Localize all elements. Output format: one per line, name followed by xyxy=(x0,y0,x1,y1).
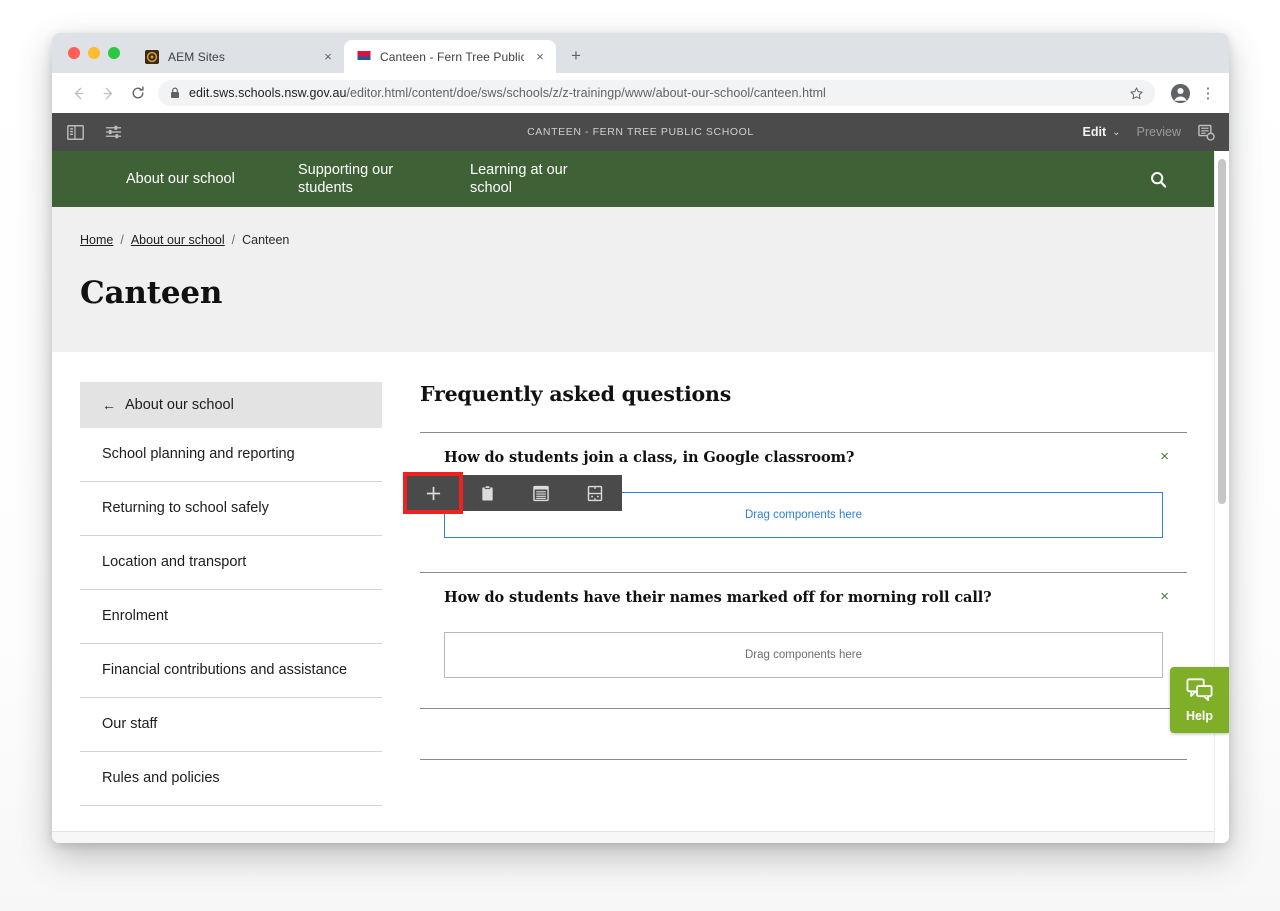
faq-collapse-icon[interactable]: × xyxy=(1160,449,1187,464)
faq-question-text: How do students join a class, in Google … xyxy=(444,449,855,466)
help-widget-label: Help xyxy=(1185,708,1214,723)
nav-item-label-line1: Learning at our xyxy=(470,162,568,178)
nav-item-about-our-school[interactable]: About our school xyxy=(126,170,298,188)
address-bar-url: edit.sws.schools.nsw.gov.au/editor.html/… xyxy=(189,86,1117,100)
browser-tab-title: Canteen - Fern Tree Public Sch xyxy=(380,49,524,64)
browser-viewport: CANTEEN - FERN TREE PUBLIC SCHOOL Edit ⌄… xyxy=(52,113,1229,843)
faq-item-2: How do students have their names marked … xyxy=(420,573,1187,678)
viewport-bottom-edge xyxy=(52,831,1229,843)
page-title: Canteen xyxy=(80,275,223,311)
section-sidebar-nav: ← About our school School planning and r… xyxy=(52,382,382,806)
bookmark-star-icon[interactable] xyxy=(1125,86,1147,101)
sidebar-item-about-our-school[interactable]: ← About our school xyxy=(80,382,382,428)
browser-toolbar: edit.sws.schools.nsw.gov.au/editor.html/… xyxy=(52,73,1229,113)
aem-page-title: CANTEEN - FERN TREE PUBLIC SCHOOL xyxy=(527,126,754,138)
reload-button[interactable] xyxy=(124,79,152,107)
aem-component-toolbar xyxy=(403,472,622,514)
sidebar-item-school-planning-and-reporting[interactable]: School planning and reporting xyxy=(80,428,382,482)
page-body: ← About our school School planning and r… xyxy=(52,352,1229,806)
url-domain: edit.sws.schools.nsw.gov.au xyxy=(189,86,347,100)
browser-tab-aem-sites[interactable]: AEM Sites × xyxy=(132,40,344,73)
page-header-band: Home / About our school / Canteen Cantee… xyxy=(52,207,1229,352)
side-panel-toggle-icon[interactable] xyxy=(66,123,84,141)
divider xyxy=(420,759,1187,760)
browser-window: AEM Sites × Canteen - Fern Tree Public S… xyxy=(52,33,1229,843)
layout-list-icon[interactable] xyxy=(514,475,568,511)
breadcrumb-separator: / xyxy=(231,233,236,247)
profile-avatar-icon[interactable] xyxy=(1167,80,1193,106)
search-icon[interactable] xyxy=(1147,168,1169,190)
breadcrumb-parent-link[interactable]: About our school xyxy=(131,233,225,247)
nav-item-learning-at-our-school[interactable]: Learning at our school xyxy=(470,161,642,197)
nav-item-label-line1: Supporting our xyxy=(298,162,394,178)
new-tab-button[interactable]: + xyxy=(562,42,590,70)
window-traffic-lights xyxy=(62,33,132,73)
arrow-left-icon: ← xyxy=(102,397,116,413)
sidebar-item-our-staff[interactable]: Our staff xyxy=(80,698,382,752)
sidebar-item-enrolment[interactable]: Enrolment xyxy=(80,590,382,644)
sidebar-item-rules-and-policies[interactable]: Rules and policies xyxy=(80,752,382,806)
sidebar-item-location-and-transport[interactable]: Location and transport xyxy=(80,536,382,590)
chat-bubbles-icon xyxy=(1186,677,1213,706)
page-information-icon[interactable] xyxy=(104,123,122,141)
paste-button[interactable] xyxy=(460,475,514,511)
nav-item-label-line2: school xyxy=(470,180,512,196)
forward-button[interactable] xyxy=(94,79,122,107)
browser-tab-title: AEM Sites xyxy=(168,49,225,64)
edited-page-frame: About our school Supporting our students… xyxy=(52,151,1229,843)
aem-dropzone[interactable]: Drag components here xyxy=(444,632,1163,678)
section-heading-faq: Frequently asked questions xyxy=(420,382,732,406)
breadcrumb-separator: / xyxy=(120,233,124,247)
close-tab-button[interactable]: × xyxy=(532,49,548,65)
faq-question-row[interactable]: How do students have their names marked … xyxy=(420,573,1187,606)
aem-edit-mode-label[interactable]: Edit xyxy=(1083,125,1107,139)
insert-component-button[interactable] xyxy=(403,472,463,514)
screenshot-stage: AEM Sites × Canteen - Fern Tree Public S… xyxy=(0,0,1280,911)
browser-tab-strip: AEM Sites × Canteen - Fern Tree Public S… xyxy=(52,33,1229,73)
url-path: /editor.html/content/doe/sws/schools/z/z… xyxy=(346,86,826,100)
aem-editor-toolbar: CANTEEN - FERN TREE PUBLIC SCHOOL Edit ⌄… xyxy=(52,113,1229,151)
breadcrumb: Home / About our school / Canteen xyxy=(80,233,1229,247)
faq-question-text: How do students have their names marked … xyxy=(444,589,992,606)
sidebar-header-label: About our school xyxy=(125,397,234,413)
component-group-icon[interactable] xyxy=(568,475,622,511)
chevron-down-icon[interactable]: ⌄ xyxy=(1112,127,1120,138)
lock-icon xyxy=(170,87,181,99)
browser-menu-button[interactable]: ⋮ xyxy=(1197,80,1219,106)
page-properties-icon[interactable] xyxy=(1197,123,1215,141)
faq-collapse-icon[interactable]: × xyxy=(1160,589,1187,604)
page-scrollbar-track[interactable] xyxy=(1214,151,1229,843)
close-window-button[interactable] xyxy=(68,47,80,59)
back-button[interactable] xyxy=(64,79,92,107)
nav-item-label-line2: students xyxy=(298,180,353,196)
address-bar[interactable]: edit.sws.schools.nsw.gov.au/editor.html/… xyxy=(158,80,1155,106)
breadcrumb-home-link[interactable]: Home xyxy=(80,233,113,247)
site-primary-nav: About our school Supporting our students… xyxy=(52,151,1229,207)
browser-tab-canteen[interactable]: Canteen - Fern Tree Public Sch × xyxy=(344,40,556,73)
nsw-waratah-icon xyxy=(356,49,372,65)
close-tab-button[interactable]: × xyxy=(320,49,336,65)
sidebar-item-financial-contributions-and-assistance[interactable]: Financial contributions and assistance xyxy=(80,644,382,698)
page-scrollbar-thumb[interactable] xyxy=(1218,159,1226,504)
aem-icon xyxy=(144,49,160,65)
main-content: Frequently asked questions How do studen… xyxy=(382,382,1229,806)
aem-preview-button[interactable]: Preview xyxy=(1137,125,1181,139)
help-widget[interactable]: Help xyxy=(1170,667,1229,733)
nav-item-supporting-our-students[interactable]: Supporting our students xyxy=(298,161,470,197)
sidebar-item-returning-to-school-safely[interactable]: Returning to school safely xyxy=(80,482,382,536)
maximize-window-button[interactable] xyxy=(108,47,120,59)
faq-question-row[interactable]: How do students join a class, in Google … xyxy=(420,433,1187,466)
divider xyxy=(420,708,1187,709)
minimize-window-button[interactable] xyxy=(88,47,100,59)
breadcrumb-current: Canteen xyxy=(242,233,290,247)
